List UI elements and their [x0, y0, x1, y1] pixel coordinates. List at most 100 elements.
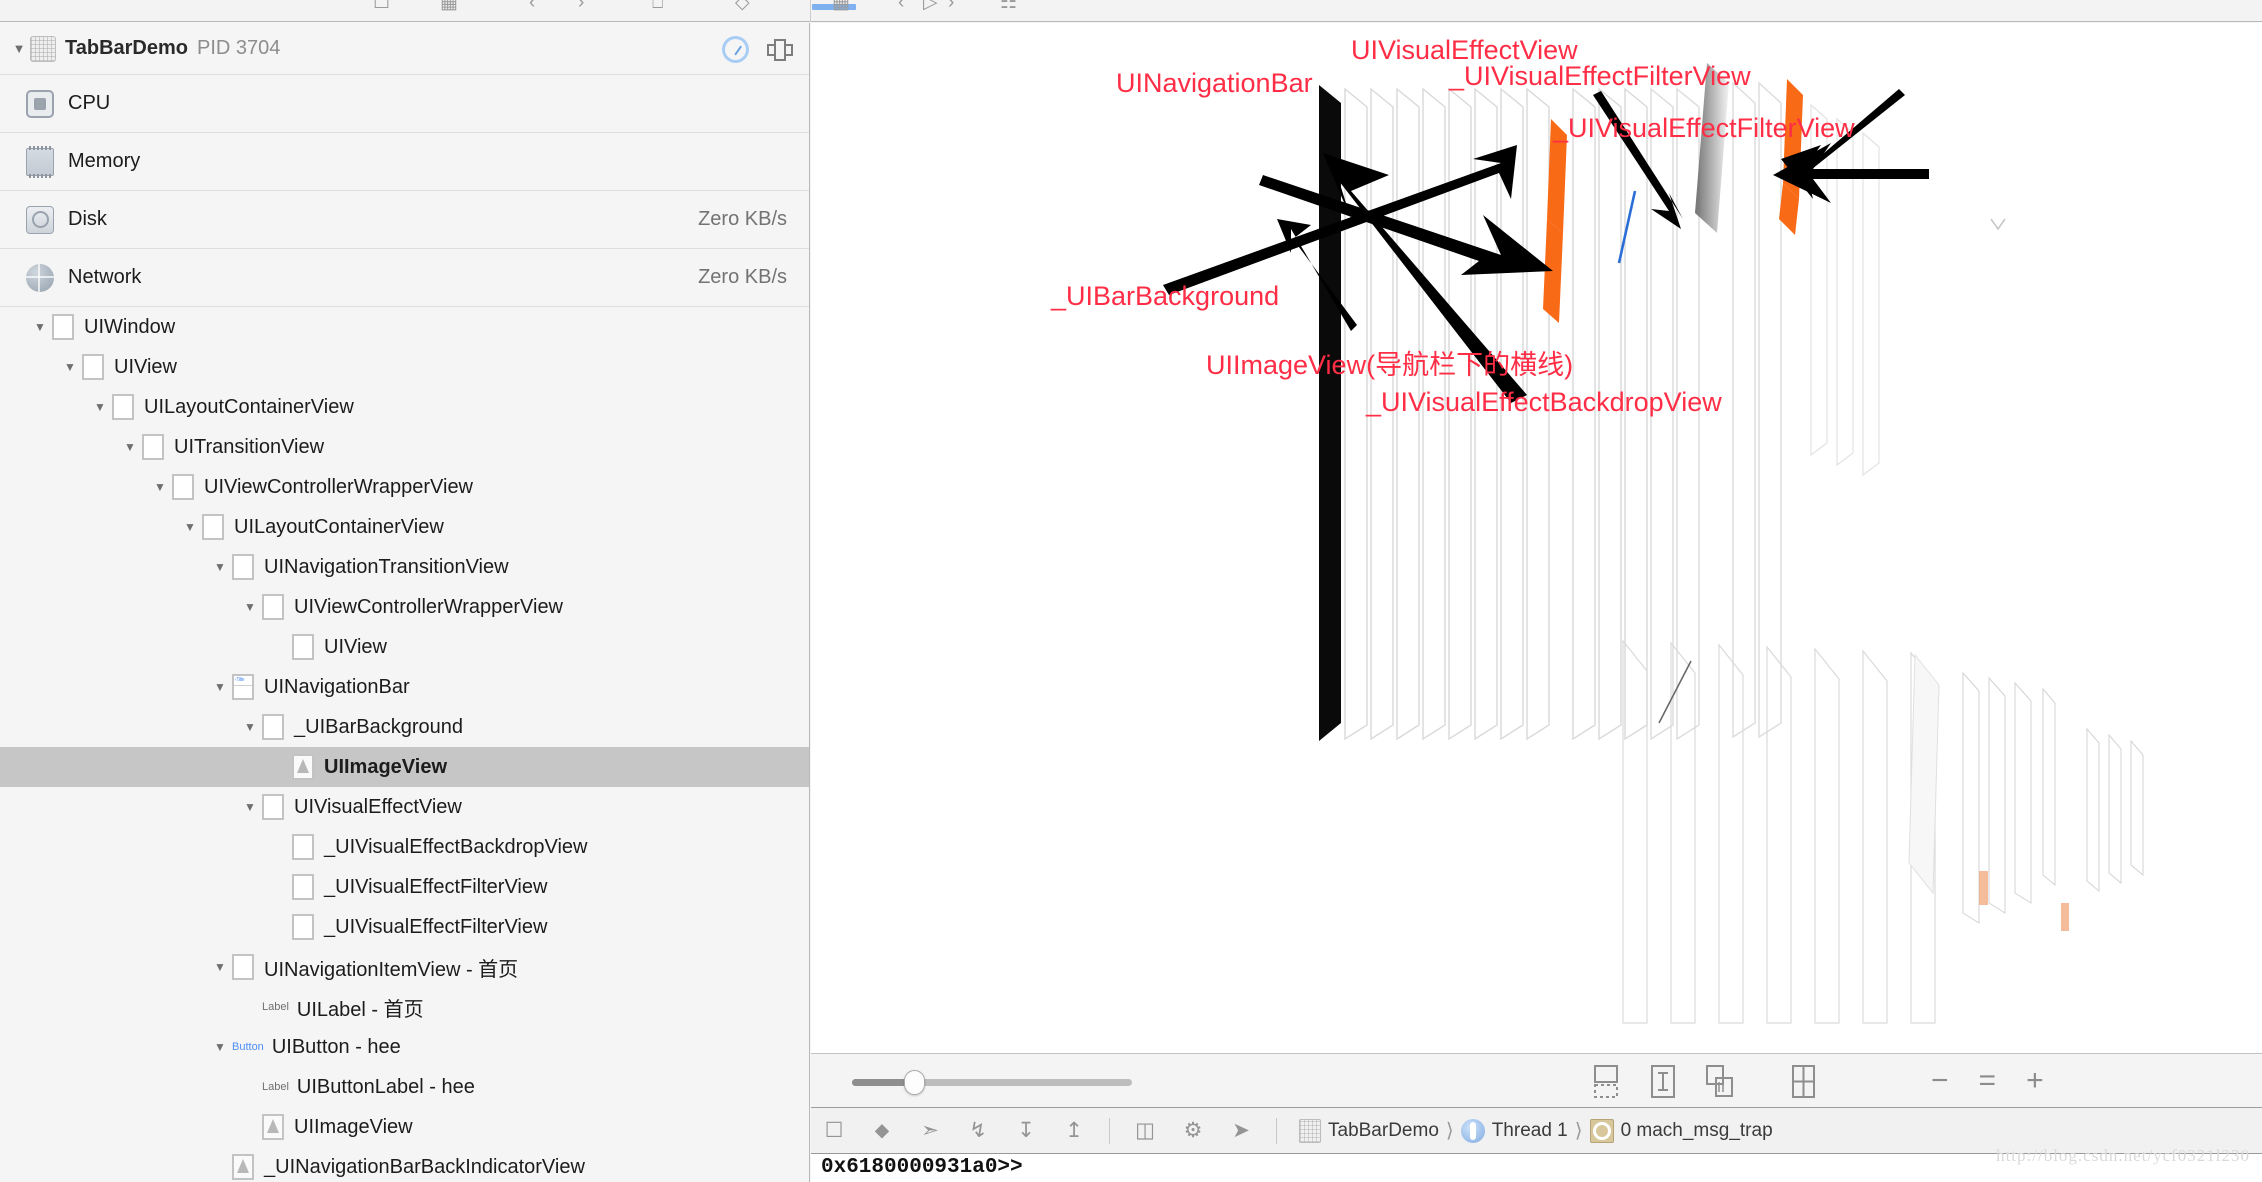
stat-value: Zero KB/s — [698, 208, 787, 230]
disclosure-triangle[interactable] — [58, 360, 82, 374]
tree-row[interactable]: UILayoutContainerView — [0, 387, 809, 427]
disclosure-triangle[interactable] — [208, 680, 232, 694]
process-header-row[interactable]: TabBarDemo PID 3704 — [0, 23, 809, 75]
tree-row[interactable]: _UIVisualEffectFilterView — [0, 867, 809, 907]
tree-row[interactable]: UIWindow — [0, 307, 809, 347]
thread-icon — [1460, 1118, 1485, 1143]
view-hierarchy-icon[interactable]: ◫ — [1132, 1118, 1158, 1143]
panel-toggle-icon[interactable] — [767, 38, 793, 61]
tree-node-label: UIViewControllerWrapperView — [294, 595, 564, 618]
panel-right-icon[interactable]: ▦ — [832, 0, 850, 14]
hide-debug-icon[interactable]: ☐ — [821, 1118, 847, 1143]
toolbar-divider — [810, 0, 811, 22]
single-view-icon[interactable] — [1591, 1065, 1621, 1098]
step-over-icon[interactable]: ➣ — [917, 1118, 943, 1143]
hierarchy-thumb-icon[interactable]: ☷ — [1000, 0, 1017, 14]
forward-arrow-icon[interactable]: › — [948, 0, 954, 14]
view-box — [52, 314, 74, 340]
zoom-out-button[interactable]: − — [1931, 1066, 1949, 1096]
tree-node-label: UIImageView — [324, 755, 448, 778]
imageview-icon — [262, 1114, 284, 1140]
panel-left-icon[interactable]: ☐ — [373, 0, 390, 14]
navigator-header-icons — [722, 36, 793, 63]
zoom-reset-button[interactable]: = — [1979, 1066, 1997, 1096]
warning-icon[interactable]: ◇ — [735, 0, 750, 14]
disclosure-triangle[interactable] — [178, 520, 202, 534]
breakpoint-icon[interactable]: ⎕ — [652, 0, 663, 14]
tree-row[interactable]: UIView — [0, 347, 809, 387]
forward-chevron-icon[interactable]: › — [578, 0, 584, 14]
view-box — [142, 434, 164, 460]
tree-row[interactable]: UIView — [0, 627, 809, 667]
cpu-icon — [26, 89, 54, 118]
tree-row[interactable]: UINavigationTransitionView — [0, 547, 809, 587]
location-icon[interactable]: ➤ — [1228, 1118, 1254, 1143]
tree-row[interactable]: UINavigationItemView - 首页 — [0, 947, 809, 987]
tree-node-label: UIVisualEffectView — [294, 795, 462, 818]
tree-node-label: UINavigationTransitionView — [264, 555, 509, 578]
split-horizontal-icon[interactable] — [1648, 1065, 1678, 1098]
watermark: http://blog.csdn.net/ycf0321l230 — [1996, 1146, 2250, 1165]
disclosure-triangle[interactable] — [238, 720, 262, 734]
zoom-in-button[interactable]: + — [2026, 1066, 2044, 1096]
tree-row[interactable]: UILayoutContainerView — [0, 507, 809, 547]
disclosure-triangle[interactable] — [208, 560, 232, 574]
tree-row[interactable]: UIViewControllerWrapperView — [0, 587, 809, 627]
stack-views-icon[interactable] — [1705, 1065, 1735, 1098]
chevron-right-icon: ⟩ — [1574, 1120, 1583, 1142]
tree-row[interactable]: UINavigationBar — [0, 667, 809, 707]
tree-row[interactable]: UITransitionView — [0, 427, 809, 467]
tree-row[interactable]: UIImageView — [0, 747, 809, 787]
tree-row[interactable]: Button UIButton - hee — [0, 1027, 809, 1067]
run-icon[interactable]: ▷ — [923, 0, 938, 14]
app-icon — [30, 35, 56, 62]
tree-node-kind-tag: Label — [262, 1001, 289, 1013]
resource-stats-list: CPU Memory Disk Zero KB/s Network Zero K… — [0, 75, 809, 307]
step-out-up-icon[interactable]: ↥ — [1061, 1118, 1087, 1143]
slider-knob[interactable] — [904, 1070, 925, 1095]
breadcrumb-thread[interactable]: Thread 1 — [1492, 1120, 1568, 1142]
stat-row-memory[interactable]: Memory — [0, 133, 809, 191]
process-disclosure-triangle[interactable] — [10, 40, 28, 58]
view-box — [82, 354, 104, 380]
tree-row[interactable]: UIImageView — [0, 1107, 809, 1147]
gauge-icon[interactable] — [722, 36, 749, 63]
stat-label: CPU — [68, 92, 111, 114]
stat-row-network[interactable]: Network Zero KB/s — [0, 249, 809, 307]
disclosure-triangle[interactable] — [118, 440, 142, 454]
grid-views-icon[interactable] — [1788, 1065, 1818, 1098]
memory-graph-icon[interactable]: ⚙ — [1180, 1118, 1206, 1143]
disclosure-triangle[interactable] — [88, 400, 112, 414]
continue-icon[interactable]: ⬥ — [869, 1119, 895, 1143]
tree-row[interactable]: UIVisualEffectView — [0, 787, 809, 827]
back-chevron-icon[interactable]: ‹ — [529, 0, 535, 14]
tree-row[interactable]: _UIVisualEffectFilterView — [0, 907, 809, 947]
grid-icon[interactable]: ▦ — [440, 0, 458, 14]
tree-row[interactable]: UIViewControllerWrapperView — [0, 467, 809, 507]
disclosure-triangle[interactable] — [238, 800, 262, 814]
disclosure-triangle[interactable] — [28, 320, 52, 334]
disclosure-triangle[interactable] — [208, 960, 232, 974]
stat-row-disk[interactable]: Disk Zero KB/s — [0, 191, 809, 249]
breadcrumb-process[interactable]: TabBarDemo — [1328, 1120, 1439, 1142]
disclosure-triangle[interactable] — [208, 1040, 232, 1054]
tree-row[interactable]: _UINavigationBarBackIndicatorView — [0, 1147, 809, 1182]
step-out-down-icon[interactable]: ↧ — [1013, 1118, 1039, 1143]
tree-row[interactable]: _UIVisualEffectBackdropView — [0, 827, 809, 867]
view-hierarchy-canvas[interactable]: UINavigationBar UIVisualEffectView _UIVisu… — [811, 23, 2262, 1053]
frame-icon — [1589, 1118, 1614, 1143]
step-into-icon[interactable]: ↯ — [965, 1118, 991, 1143]
stat-row-cpu[interactable]: CPU — [0, 75, 809, 133]
back-arrow-icon[interactable]: ‹ — [898, 0, 904, 14]
disclosure-triangle[interactable] — [148, 480, 172, 494]
disclosure-triangle[interactable] — [238, 600, 262, 614]
debug-divider-2 — [1276, 1117, 1277, 1144]
breadcrumb-frame[interactable]: 0 mach_msg_trap — [1621, 1120, 1773, 1142]
tree-row[interactable]: Label UILabel - 首页 — [0, 987, 809, 1027]
tree-node-label: UINavigationBar — [264, 675, 410, 698]
tree-row[interactable]: _UIBarBackground — [0, 707, 809, 747]
tree-node-label: UINavigationItemView - 首页 — [264, 958, 519, 981]
tree-node-kind-tag: Button — [232, 1041, 264, 1053]
depth-slider[interactable] — [852, 1070, 1132, 1095]
tree-row[interactable]: Label UIButtonLabel - hee — [0, 1067, 809, 1107]
